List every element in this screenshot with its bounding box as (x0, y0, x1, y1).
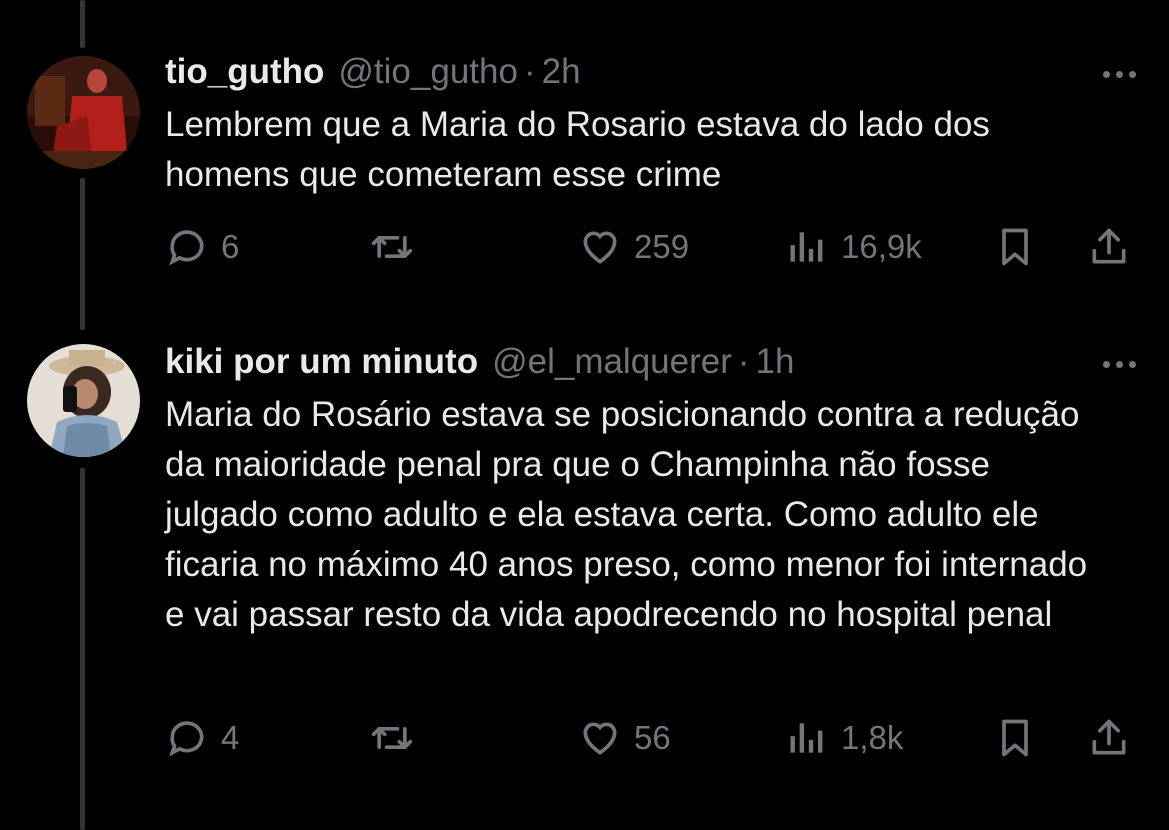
user-handle[interactable]: @tio_gutho (338, 52, 518, 92)
reply-button[interactable]: 6 (165, 217, 239, 277)
share-button[interactable] (1087, 708, 1131, 768)
more-icon[interactable] (1099, 64, 1139, 84)
user-handle[interactable]: @el_malquerer (492, 342, 732, 382)
action-bar: 6 259 16,9k (165, 217, 1140, 277)
like-icon (583, 722, 617, 755)
separator: · (523, 52, 536, 91)
tweet[interactable]: tio_gutho @tio_gutho · 2h Lembrem que a … (0, 0, 1169, 330)
reply-icon (169, 721, 204, 757)
avatar[interactable] (27, 56, 140, 169)
bookmark-icon (1002, 719, 1028, 757)
like-button[interactable]: 56 (578, 708, 671, 768)
bookmark-icon (1002, 228, 1028, 266)
like-count: 259 (634, 228, 690, 265)
avatar[interactable] (27, 344, 140, 457)
timestamp[interactable]: 2h (542, 52, 581, 92)
views-count: 1,8k (841, 719, 904, 756)
tweet-text: Maria do Rosário estava se posicionando … (165, 395, 1088, 634)
like-count: 56 (634, 719, 671, 756)
tweet[interactable]: kiki por um minuto @el_malquerer · 1h Ma… (0, 330, 1169, 830)
bookmark-button[interactable] (993, 708, 1037, 768)
separator: · (737, 342, 750, 381)
reply-button[interactable]: 4 (165, 708, 239, 768)
like-button[interactable]: 259 (578, 217, 689, 277)
reply-count: 6 (221, 228, 240, 265)
like-icon (583, 231, 617, 264)
reply-count: 4 (221, 719, 240, 756)
views-button[interactable]: 16,9k (785, 217, 922, 277)
views-icon (790, 723, 823, 753)
share-button[interactable] (1087, 217, 1131, 277)
share-icon (1092, 228, 1126, 264)
action-bar: 4 56 1,8k (165, 708, 1140, 768)
repost-button[interactable] (370, 217, 426, 277)
tweet-header: tio_gutho @tio_gutho · 2h (165, 52, 1139, 92)
tweet-text: Lembrem que a Maria do Rosario estava do… (165, 105, 990, 194)
views-count: 16,9k (841, 228, 922, 265)
more-icon[interactable] (1099, 354, 1139, 374)
share-icon (1092, 719, 1126, 755)
repost-icon (371, 727, 413, 749)
repost-button[interactable] (370, 708, 426, 768)
reply-icon (169, 230, 204, 266)
bookmark-button[interactable] (993, 217, 1037, 277)
views-icon (790, 232, 823, 262)
views-button[interactable]: 1,8k (785, 708, 903, 768)
tweet-header: kiki por um minuto @el_malquerer · 1h (165, 342, 1139, 382)
display-name[interactable]: tio_gutho (165, 52, 324, 92)
timestamp[interactable]: 1h (756, 342, 795, 382)
repost-icon (371, 236, 413, 258)
display-name[interactable]: kiki por um minuto (165, 342, 478, 382)
